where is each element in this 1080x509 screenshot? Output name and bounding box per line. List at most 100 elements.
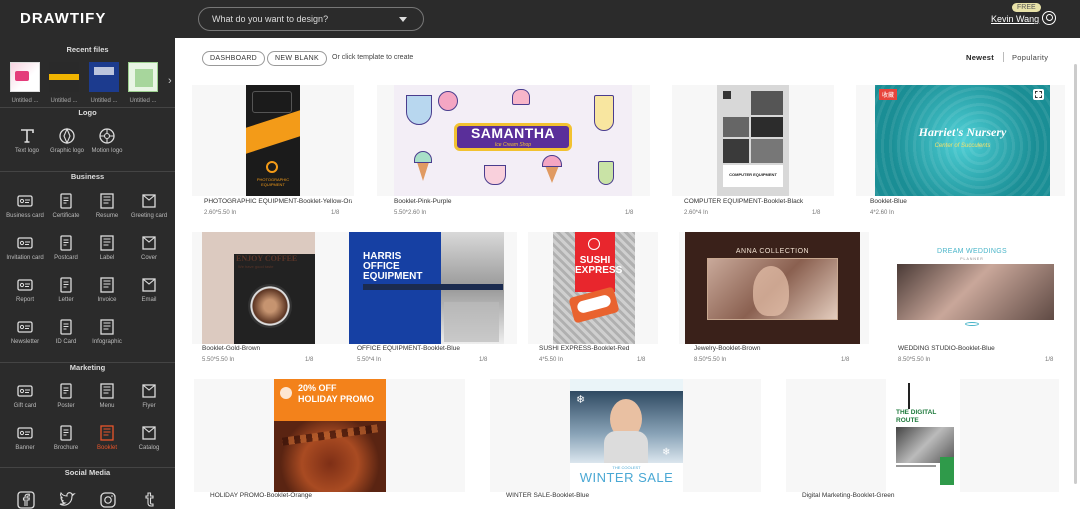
template-card[interactable]: ENJOY COFFEE We have good taste	[192, 232, 354, 344]
recent-file-thumb[interactable]	[49, 62, 79, 92]
art-title: ENJOY COFFEE	[236, 254, 298, 263]
tool-resume[interactable]: Resume	[86, 192, 128, 219]
tool-label: Menu	[99, 403, 115, 409]
template-name[interactable]: COMPUTER EQUIPMENT-Booklet-Black	[684, 198, 832, 205]
cover-icon	[128, 234, 170, 252]
tool-letter[interactable]: Letter	[45, 276, 87, 303]
tool-label[interactable]: Label	[86, 234, 128, 261]
template-name[interactable]: Jewelry-Booklet-Brown	[694, 345, 844, 352]
favorite-badge[interactable]: 收藏	[879, 89, 898, 100]
template-name[interactable]: HOLIDAY PROMO-Booklet-Orange	[210, 492, 410, 499]
app-logo[interactable]: DRAWTIFY	[20, 10, 106, 27]
tool-banner[interactable]: Banner	[4, 424, 46, 451]
template-card[interactable]: 20% OFF HOLIDAY PROMO	[194, 379, 465, 492]
tumblr-icon[interactable]	[128, 491, 170, 509]
template-name[interactable]: WINTER SALE-Booklet-Blue	[506, 492, 706, 499]
template-card[interactable]: SUSHI EXPRESS	[528, 232, 658, 344]
tool-invitation-card[interactable]: Invitation card	[4, 234, 46, 261]
sort-newest[interactable]: Newest	[966, 53, 994, 62]
recent-file-thumb[interactable]	[89, 62, 119, 92]
template-name[interactable]: PHOTOGRAPHIC EQUIPMENT-Booklet-Yellow-Or…	[204, 198, 352, 205]
tool-greeting-card[interactable]: Greeting card	[128, 192, 170, 219]
tool-brochure[interactable]: Brochure	[45, 424, 87, 451]
search-placeholder: What do you want to design?	[212, 14, 329, 24]
template-card[interactable]: HARRIS OFFICE EQUIPMENT	[347, 232, 517, 344]
flyer-icon	[128, 382, 170, 400]
template-name[interactable]: OFFICE EQUIPMENT-Booklet-Blue	[357, 345, 507, 352]
username-link[interactable]: Kevin Wang	[991, 14, 1039, 24]
template-card[interactable]: THE DIGITAL ROUTE	[786, 379, 1059, 492]
tool-label: Gift card	[13, 403, 37, 409]
tool-infographic[interactable]: Infographic	[86, 318, 128, 345]
tool-newsletter[interactable]: Newsletter	[4, 318, 46, 345]
template-card[interactable]: SAMANTHA Ice Cream Shop	[377, 85, 650, 196]
new-blank-button[interactable]: NEW BLANK	[267, 51, 327, 66]
tool-postcard[interactable]: Postcard	[45, 234, 87, 261]
template-preview: ❄ ❄ THE COOLEST WINTER SALE	[570, 379, 683, 492]
recent-file-label: Untitled ...	[129, 98, 157, 104]
tool-label: Flyer	[142, 403, 156, 409]
tool-graphic-logo[interactable]: Graphic logo	[46, 127, 88, 154]
tool-report[interactable]: Report	[4, 276, 46, 303]
template-preview: ENJOY COFFEE We have good taste	[202, 232, 315, 344]
template-card[interactable]: DREAM WEDDINGS PLANNER	[887, 232, 1057, 344]
chevron-right-icon[interactable]: ›	[168, 75, 172, 87]
facebook-icon[interactable]	[5, 491, 47, 509]
tool-label: Motion logo	[91, 148, 123, 154]
twitter-icon[interactable]	[46, 491, 88, 509]
user-icon[interactable]	[1042, 11, 1056, 25]
tool-cover[interactable]: Cover	[128, 234, 170, 261]
tool-catalog[interactable]: Catalog	[128, 424, 170, 451]
instagram-icon[interactable]	[87, 491, 129, 509]
dashboard-button[interactable]: DASHBOARD	[202, 51, 266, 66]
template-name[interactable]: SUSHI EXPRESS-Booklet-Red	[539, 345, 659, 352]
sort-popularity[interactable]: Popularity	[1012, 53, 1048, 62]
snowflake-icon: ❄	[576, 394, 586, 406]
template-card[interactable]: ❄ ❄ THE COOLEST WINTER SALE	[490, 379, 761, 492]
template-size: 4*5.50 In	[539, 357, 564, 363]
tool-email[interactable]: Email	[128, 276, 170, 303]
template-pages: 1/8	[1045, 357, 1054, 363]
letter-icon	[45, 276, 87, 294]
tool-invoice[interactable]: Invoice	[86, 276, 128, 303]
tool-label: Business card	[6, 213, 44, 219]
template-name[interactable]: Booklet-Blue	[870, 198, 1030, 205]
recent-file-thumb[interactable]	[128, 62, 158, 92]
tool-menu[interactable]: Menu	[86, 382, 128, 409]
tool-label: Postcard	[54, 255, 78, 261]
marketing-section-title: Marketing	[69, 363, 106, 372]
tool-business-card[interactable]: Business card	[4, 192, 46, 219]
invitation-card-icon	[4, 234, 46, 252]
divider	[1003, 52, 1004, 62]
recent-file-thumb[interactable]	[10, 62, 40, 92]
scrollbar[interactable]	[1074, 64, 1077, 484]
art-text: EQUIPMENT	[261, 182, 285, 187]
top-bar: DRAWTIFY What do you want to design? FRE…	[0, 0, 1080, 38]
expand-icon[interactable]	[1033, 89, 1044, 100]
template-name[interactable]: Digital Marketing-Booklet-Green	[802, 492, 1002, 499]
template-card[interactable]: ANNA COLLECTION	[679, 232, 869, 344]
template-pages: 1/8	[812, 210, 821, 216]
tool-flyer[interactable]: Flyer	[128, 382, 170, 409]
template-name[interactable]: Booklet-Pink-Purple	[394, 198, 594, 205]
tool-booklet[interactable]: Booklet	[86, 424, 128, 451]
template-size: 5.50*2.60 In	[394, 210, 427, 216]
template-card[interactable]: PHOTOGRAPHIC EQUIPMENT	[192, 85, 354, 196]
tool-label: Catalog	[138, 445, 160, 451]
template-preview: COMPUTER EQUIPMENT	[717, 85, 789, 196]
tool-gift-card[interactable]: Gift card	[4, 382, 46, 409]
poster-icon	[45, 382, 87, 400]
template-name[interactable]: Booklet-Gold-Brown	[202, 345, 352, 352]
template-card[interactable]: COMPUTER EQUIPMENT	[672, 85, 834, 196]
tool-label: Label	[99, 255, 115, 261]
tool-motion-logo[interactable]: Motion logo	[86, 127, 128, 154]
template-name[interactable]: WEDDING STUDIO-Booklet-Blue	[898, 345, 1038, 352]
template-size: 8.50*5.50 In	[898, 357, 931, 363]
tool-certificate[interactable]: Certificate	[45, 192, 87, 219]
template-card[interactable]: Harriet's Nursery Center of Succulents 收…	[856, 85, 1065, 196]
tool-id-card[interactable]: ID Card	[45, 318, 87, 345]
tool-poster[interactable]: Poster	[45, 382, 87, 409]
tool-text-logo[interactable]: Text logo	[6, 127, 48, 154]
design-search-dropdown[interactable]: What do you want to design?	[198, 7, 424, 31]
art-text: 20% OFF	[298, 383, 337, 393]
